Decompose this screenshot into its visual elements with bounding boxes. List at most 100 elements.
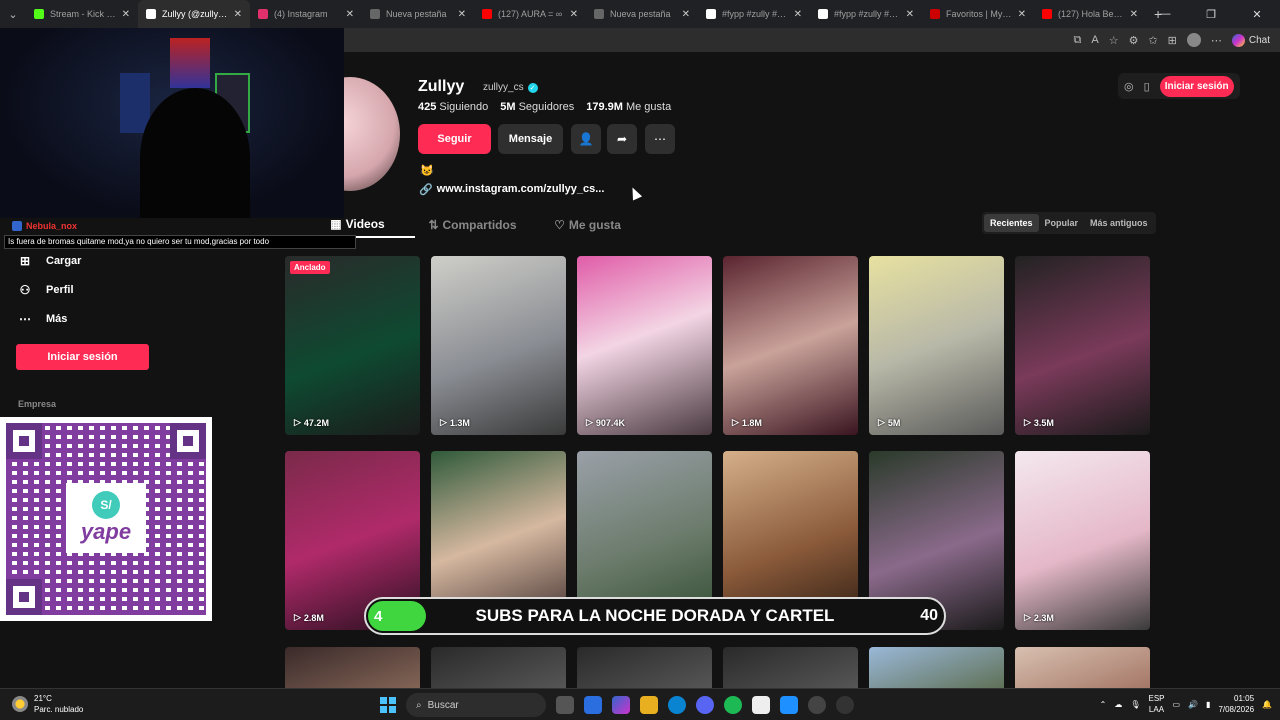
share-icon[interactable]: ➦ xyxy=(607,124,637,154)
favorites-icon[interactable]: ✩ xyxy=(1148,34,1157,47)
video-card[interactable]: Anclado ▷ 47.2M xyxy=(285,256,420,435)
browser-tab[interactable]: (127) Hola Beba - Yo ✕ xyxy=(1034,0,1146,28)
tab-liked[interactable]: ♡ Me gusta xyxy=(530,212,645,238)
play-icon: ▷ xyxy=(586,417,593,427)
video-card[interactable] xyxy=(1015,647,1150,688)
windows-start-icon[interactable] xyxy=(380,697,396,713)
network-icon[interactable]: ▭ xyxy=(1173,700,1181,709)
video-card[interactable]: ▷ 3.5M xyxy=(1015,256,1150,435)
sidebar-item-more[interactable]: ⋯ Más xyxy=(18,312,67,326)
app-icon[interactable] xyxy=(808,696,826,714)
browser-tab[interactable]: Stream - Kick Dashb ✕ xyxy=(26,0,138,28)
add-friend-icon[interactable]: 👤 xyxy=(571,124,601,154)
bio-link[interactable]: 🔗 www.instagram.com/zullyy_cs... xyxy=(419,183,604,196)
video-card[interactable]: ▷ 1.8M xyxy=(723,256,858,435)
tab-list-menu-icon[interactable]: ⌄ xyxy=(0,0,26,28)
close-tab-icon[interactable]: ✕ xyxy=(682,9,690,20)
read-aloud-icon[interactable]: A xyxy=(1091,34,1098,46)
video-card[interactable] xyxy=(285,647,420,688)
browser-tab[interactable]: #fypp #zully #gatch ✕ xyxy=(698,0,810,28)
video-card[interactable] xyxy=(431,647,566,688)
more-menu-icon[interactable]: ⋯ xyxy=(1211,34,1222,47)
copilot-app-icon[interactable] xyxy=(612,696,630,714)
discord-icon[interactable] xyxy=(696,696,714,714)
edge-icon[interactable] xyxy=(668,696,686,714)
video-card[interactable] xyxy=(869,647,1004,688)
coin-icon[interactable]: ◎ xyxy=(1124,80,1134,93)
collections-icon[interactable]: ⊞ xyxy=(1168,34,1177,47)
app-icon[interactable] xyxy=(836,696,854,714)
store-icon[interactable] xyxy=(584,696,602,714)
followers-stat[interactable]: 5M Seguidores xyxy=(500,101,574,113)
video-card[interactable] xyxy=(723,647,858,688)
sidebar-section-empresa: Empresa xyxy=(18,399,57,409)
photos-icon[interactable] xyxy=(780,696,798,714)
search-placeholder: Buscar xyxy=(427,699,459,711)
header-login-button[interactable]: Iniciar sesión xyxy=(1159,75,1234,97)
tab-favicon-icon xyxy=(146,9,156,19)
clock[interactable]: 01:05 7/08/2026 xyxy=(1218,693,1254,715)
qr-finder xyxy=(170,423,206,459)
notifications-icon[interactable]: 🔔 xyxy=(1262,700,1272,709)
cloud-icon[interactable]: ☁ xyxy=(1114,700,1122,709)
file-explorer-icon[interactable] xyxy=(640,696,658,714)
minimize-icon[interactable]: — xyxy=(1142,0,1188,28)
close-tab-icon[interactable]: ✕ xyxy=(122,9,130,20)
sort-recent-button[interactable]: Recientes xyxy=(984,214,1039,232)
video-card[interactable] xyxy=(577,647,712,688)
close-tab-icon[interactable]: ✕ xyxy=(570,9,578,20)
video-card[interactable]: ▷ 907.4K xyxy=(577,256,712,435)
sidebar-login-button[interactable]: Iniciar sesión xyxy=(16,344,149,370)
tab-shared[interactable]: ⇅ Compartidos xyxy=(415,212,530,238)
view-count-value: 1.8M xyxy=(741,417,762,428)
spotify-icon[interactable] xyxy=(724,696,742,714)
taskbar-search[interactable]: ⌕ Buscar xyxy=(406,693,546,717)
message-button[interactable]: Mensaje xyxy=(498,124,563,154)
task-view-icon[interactable] xyxy=(556,696,574,714)
tab-title: #fypp #zully #gatch xyxy=(834,9,900,19)
video-card[interactable]: ▷ 1.3M xyxy=(431,256,566,435)
browser-tab[interactable]: Nueva pestaña ✕ xyxy=(362,0,474,28)
browser-tab[interactable]: Nueva pestaña ✕ xyxy=(586,0,698,28)
close-window-icon[interactable]: ✕ xyxy=(1234,0,1280,28)
close-tab-icon[interactable]: ✕ xyxy=(906,9,914,20)
follow-button[interactable]: Seguir xyxy=(418,124,491,154)
tray-overflow-icon[interactable]: ⌃ xyxy=(1100,700,1107,709)
close-tab-icon[interactable]: ✕ xyxy=(346,9,354,20)
browser-tab[interactable]: Zullyy (@zullyy_cs) | ✕ xyxy=(138,0,250,28)
close-tab-icon[interactable]: ✕ xyxy=(234,9,242,20)
copilot-chat-button[interactable]: Chat xyxy=(1231,33,1270,47)
more-options-icon[interactable]: ⋯ xyxy=(645,124,675,154)
obs-icon[interactable] xyxy=(752,696,770,714)
open-in-app-icon[interactable]: ⧉ xyxy=(1073,34,1081,47)
sidebar-item-upload[interactable]: ⊞ Cargar xyxy=(18,254,82,268)
play-icon: ▷ xyxy=(294,612,301,622)
close-tab-icon[interactable]: ✕ xyxy=(1130,9,1138,20)
extensions-icon[interactable]: ⚙ xyxy=(1129,34,1139,47)
restore-icon[interactable]: ❐ xyxy=(1188,0,1234,28)
sort-popular-button[interactable]: Popular xyxy=(1039,214,1085,232)
browser-tab[interactable]: (127) AURA = ∞ ✕ xyxy=(474,0,586,28)
browser-tab[interactable]: #fypp #zully #gatch ✕ xyxy=(810,0,922,28)
following-stat[interactable]: 425 Siguiendo xyxy=(418,101,488,113)
mic-icon[interactable]: 🎙 xyxy=(1130,700,1140,709)
battery-icon[interactable]: ▮ xyxy=(1206,700,1210,709)
link-icon: 🔗 xyxy=(419,184,433,196)
volume-icon[interactable]: 🔊 xyxy=(1188,700,1198,709)
tab-title: Stream - Kick Dashb xyxy=(50,9,116,19)
sidebar-item-profile[interactable]: ⚇ Perfil xyxy=(18,283,74,297)
close-tab-icon[interactable]: ✕ xyxy=(794,9,802,20)
close-tab-icon[interactable]: ✕ xyxy=(458,9,466,20)
sort-oldest-button[interactable]: Más antiguos xyxy=(1084,214,1154,232)
language-indicator[interactable]: ESP LAA xyxy=(1148,693,1164,715)
weather-widget[interactable]: 21°C Parc. nublado xyxy=(12,693,83,715)
browser-tab[interactable]: Favoritos | Myinstan ✕ xyxy=(922,0,1034,28)
favorite-star-icon[interactable]: ☆ xyxy=(1109,34,1119,47)
browser-tab[interactable]: (4) Instagram ✕ xyxy=(250,0,362,28)
video-card[interactable]: ▷ 5M xyxy=(869,256,1004,435)
video-card[interactable]: ▷ 2.3M xyxy=(1015,451,1150,630)
browser-profile-avatar[interactable] xyxy=(1186,33,1201,47)
get-app-icon[interactable]: ▯ xyxy=(1144,80,1150,93)
close-tab-icon[interactable]: ✕ xyxy=(1018,9,1026,20)
chat-username: Nebula_nox xyxy=(26,221,78,231)
